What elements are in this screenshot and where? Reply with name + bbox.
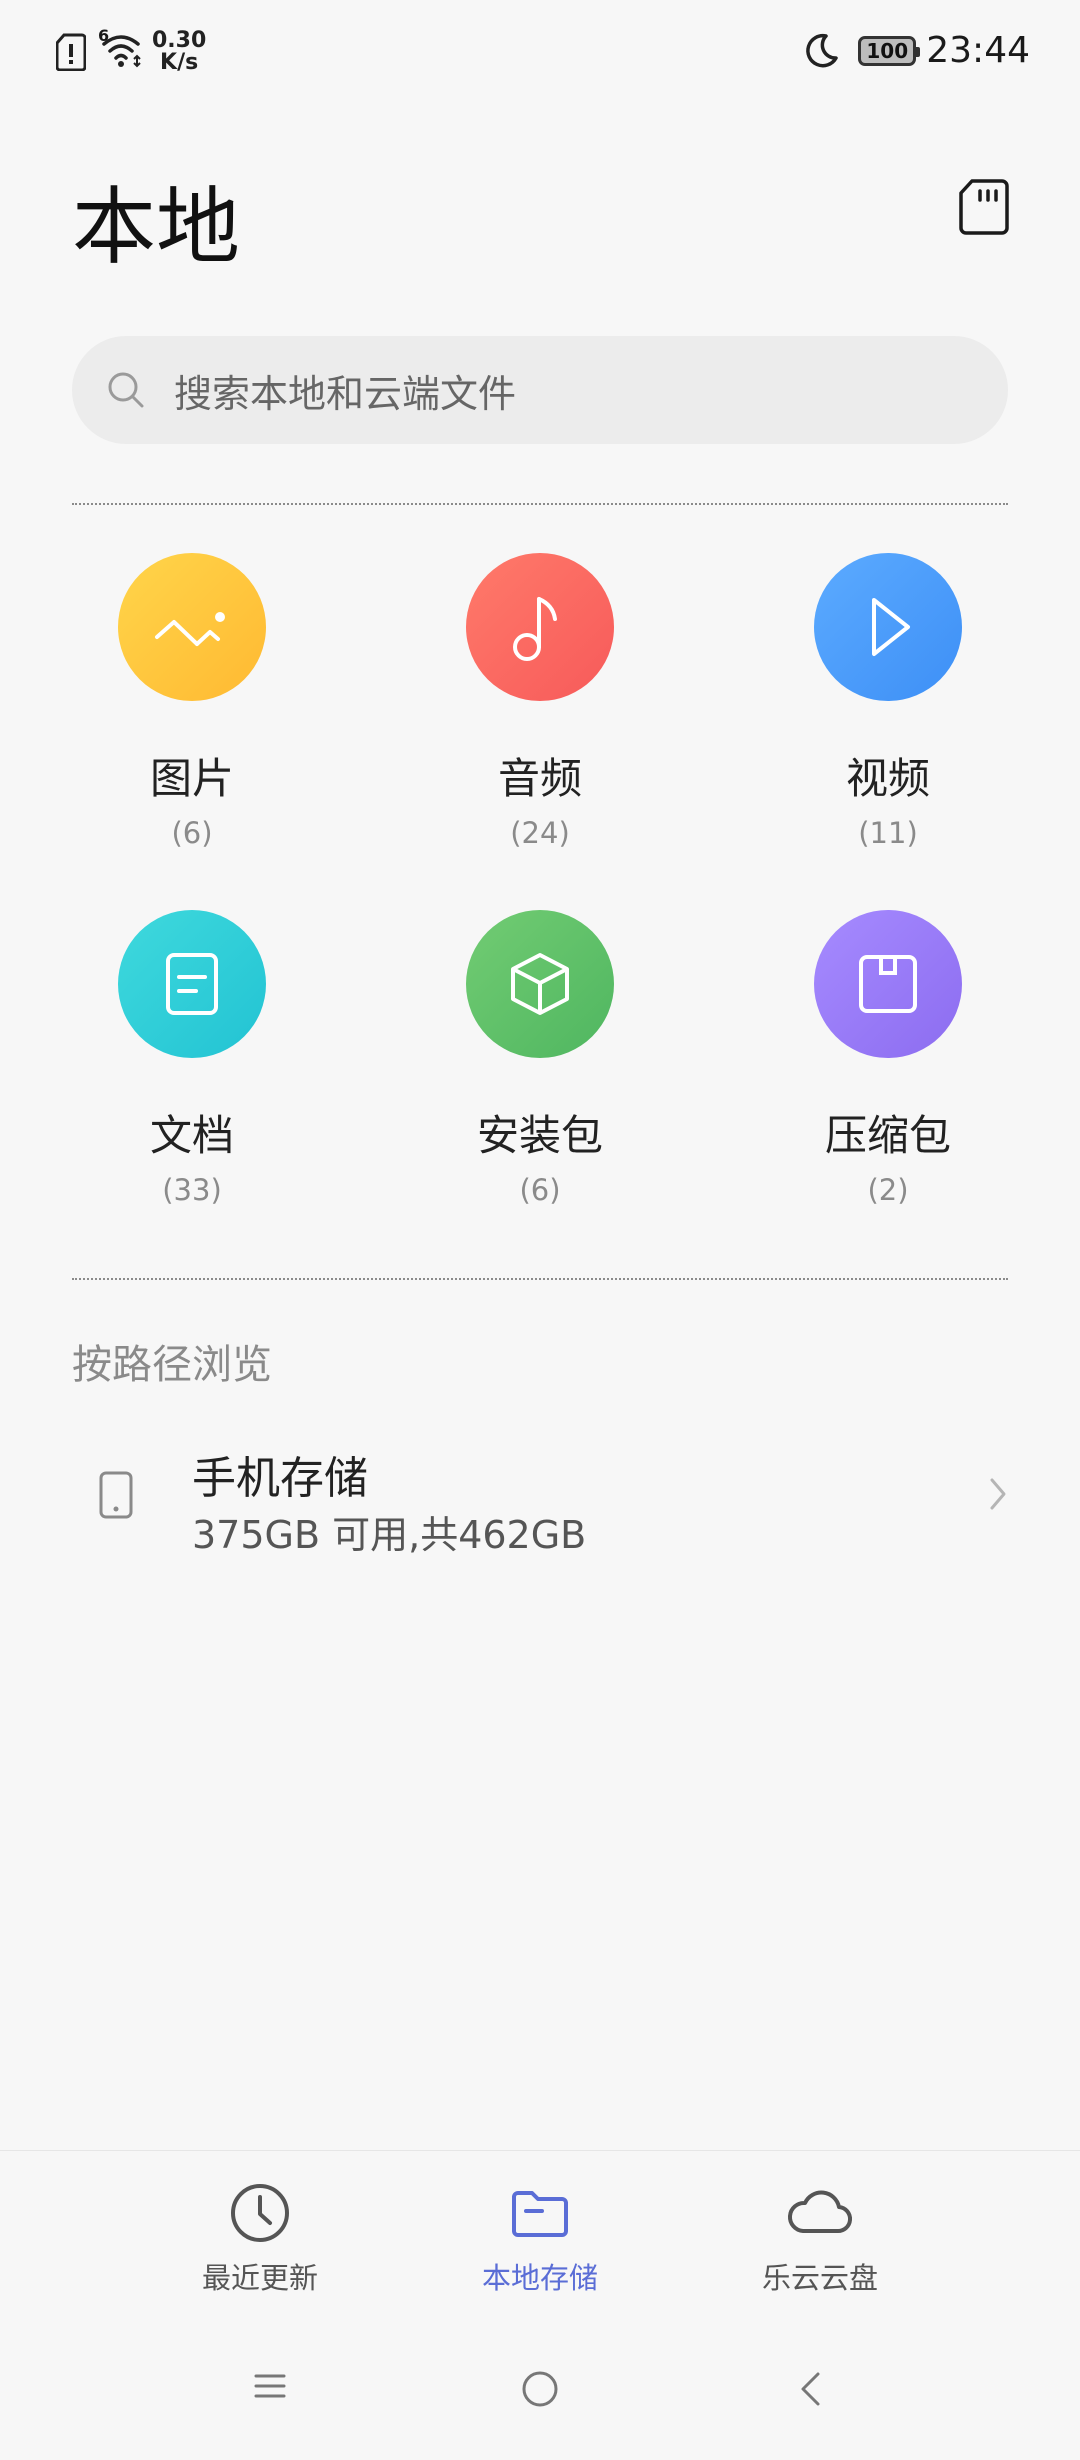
category-label: 音频 bbox=[497, 754, 582, 803]
music-note-icon bbox=[513, 597, 557, 661]
category-icon-circle bbox=[118, 910, 266, 1058]
play-icon bbox=[872, 598, 910, 656]
category-archives[interactable]: 压缩包 (2) bbox=[738, 910, 1038, 1207]
category-label: 压缩包 bbox=[824, 1111, 951, 1160]
category-images[interactable]: 图片 (6) bbox=[42, 553, 342, 850]
image-icon bbox=[155, 612, 225, 646]
category-icon-circle bbox=[466, 553, 614, 701]
battery-indicator: 100 bbox=[858, 35, 921, 66]
nav-recent-updates[interactable]: 最近更新 bbox=[150, 2181, 370, 2297]
category-count: (11) bbox=[858, 816, 918, 850]
search-placeholder: 搜索本地和云端文件 bbox=[174, 371, 517, 416]
status-bar: 6 0.30 K/s 100 23:44 bbox=[0, 0, 1080, 110]
clock-icon bbox=[231, 2184, 289, 2242]
bottom-nav: 最近更新 本地存储 乐云云盘 bbox=[0, 2150, 1080, 2321]
category-video[interactable]: 视频 (11) bbox=[738, 553, 1038, 850]
category-icon-circle bbox=[466, 910, 614, 1058]
page-title: 本地 bbox=[72, 178, 241, 276]
wifi-indicator: 6 bbox=[98, 26, 142, 72]
sim-alert-icon bbox=[56, 33, 86, 71]
category-documents[interactable]: 文档 (33) bbox=[42, 910, 342, 1207]
category-label: 文档 bbox=[149, 1111, 234, 1160]
moon-icon bbox=[806, 33, 838, 67]
package-icon bbox=[511, 953, 569, 1015]
net-speed-value: 0.30 bbox=[152, 28, 207, 53]
section-label-browse: 按路径浏览 bbox=[72, 1342, 272, 1388]
divider-bottom bbox=[72, 1278, 1008, 1280]
nav-local-storage[interactable]: 本地存储 bbox=[430, 2181, 650, 2297]
category-icon-circle bbox=[814, 910, 962, 1058]
back-icon[interactable] bbox=[798, 2370, 822, 2408]
archive-icon bbox=[859, 955, 917, 1013]
net-speed-unit: K/s bbox=[160, 50, 199, 75]
status-left: 6 0.30 K/s bbox=[56, 26, 206, 74]
status-right: 100 23:44 bbox=[802, 30, 1030, 71]
menu-icon[interactable] bbox=[254, 2370, 286, 2402]
category-packages[interactable]: 安装包 (6) bbox=[390, 910, 690, 1207]
nav-label: 乐云云盘 bbox=[761, 2261, 878, 2295]
category-label: 图片 bbox=[149, 754, 234, 803]
storage-detail: 375GB 可用,共462GB bbox=[192, 1513, 587, 1557]
network-badge: 6 bbox=[98, 26, 110, 45]
divider-top bbox=[72, 503, 1008, 505]
nav-label: 本地存储 bbox=[481, 2261, 598, 2295]
category-count: (24) bbox=[510, 816, 570, 850]
category-count: (33) bbox=[162, 1173, 222, 1207]
search-icon bbox=[108, 372, 144, 408]
nav-cloud-drive[interactable]: 乐云云盘 bbox=[710, 2181, 930, 2297]
category-count: (2) bbox=[867, 1173, 909, 1207]
category-icon-circle bbox=[118, 553, 266, 701]
document-icon bbox=[166, 953, 218, 1015]
clock: 23:44 bbox=[926, 30, 1030, 71]
sd-card-icon bbox=[959, 179, 1009, 235]
phone-storage-item[interactable]: 手机存储 375GB 可用,共462GB bbox=[72, 1420, 1008, 1570]
storage-name: 手机存储 bbox=[192, 1453, 368, 1504]
category-label: 视频 bbox=[845, 754, 930, 803]
folder-icon bbox=[512, 2191, 568, 2237]
cloud-icon bbox=[787, 2190, 852, 2234]
sd-card-button[interactable] bbox=[958, 178, 1010, 236]
category-label: 安装包 bbox=[476, 1111, 603, 1160]
home-icon[interactable] bbox=[521, 2370, 559, 2408]
nav-label: 最近更新 bbox=[201, 2261, 318, 2295]
category-count: (6) bbox=[519, 1173, 561, 1207]
net-speed: 0.30 K/s bbox=[152, 30, 206, 74]
system-nav-bar bbox=[0, 2330, 1080, 2450]
category-audio[interactable]: 音频 (24) bbox=[390, 553, 690, 850]
search-input[interactable]: 搜索本地和云端文件 bbox=[72, 336, 1008, 444]
category-icon-circle bbox=[814, 553, 962, 701]
phone-icon bbox=[99, 1471, 133, 1519]
chevron-right-icon bbox=[990, 1478, 1006, 1510]
category-count: (6) bbox=[171, 816, 213, 850]
